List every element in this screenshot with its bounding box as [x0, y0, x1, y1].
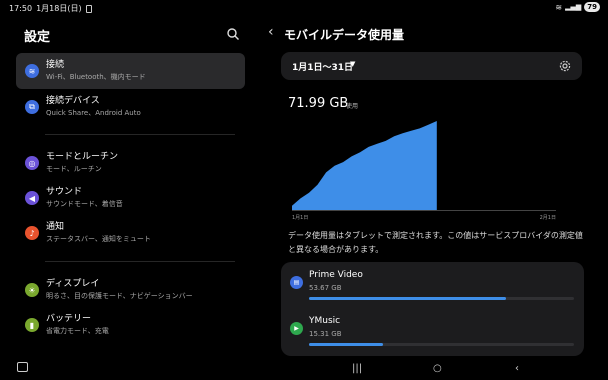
usage-unit: 使用: [346, 103, 359, 110]
menu-title: モードとルーチン: [46, 152, 119, 162]
app-usage-list: ▤ Prime Video 53.67 GB ▶ YMusic 15.31 GB: [281, 262, 584, 356]
connected-devices-icon: ⧉: [25, 100, 39, 114]
prime-video-icon: ▤: [290, 276, 303, 289]
usage-bar-fill: [309, 297, 507, 300]
menu-title: 通知: [46, 222, 65, 232]
sidebar-item-modes[interactable]: ◎ モードとルーチン モード、ルーチン: [16, 145, 245, 181]
ymusic-icon: ▶: [290, 322, 303, 335]
menu-title: 接続デバイス: [46, 96, 100, 106]
x-tick-label: 1月1日: [292, 215, 308, 221]
usage-area-series: [292, 121, 437, 210]
menu-title: ディスプレイ: [46, 279, 100, 289]
page-title: 設定: [24, 30, 51, 45]
modes-icon: ◎: [25, 156, 39, 170]
signal-icon: ▂▄▆: [565, 3, 582, 11]
usage-note: データ使用量はタブレットで測定されます。この値はサービスプロバイダの測定値と異な…: [288, 231, 583, 254]
divider: [45, 261, 235, 262]
status-bar: 17:50 1月18日(日) ≋ ▂▄▆ 79: [0, 0, 608, 16]
back-nav-icon[interactable]: ‹: [515, 363, 519, 374]
menu-subtitle: Quick Share、Android Auto: [46, 109, 141, 117]
sidebar-item-connected-devices[interactable]: ⧉ 接続デバイス Quick Share、Android Auto: [16, 89, 245, 125]
screenshot-icon[interactable]: [17, 362, 28, 372]
divider: [45, 134, 235, 135]
menu-subtitle: Wi-Fi、Bluetooth、機内モード: [46, 73, 146, 81]
date-range-selector[interactable]: 1月1日〜31日 ▼: [281, 52, 582, 80]
app-name: Prime Video: [309, 270, 363, 280]
sd-card-icon: [85, 4, 92, 13]
status-date: 1月18日(日): [36, 4, 82, 13]
sidebar-item-sound[interactable]: ◀ サウンド サウンドモード、着信音: [16, 180, 245, 216]
list-item-prime-video[interactable]: ▤ Prime Video 53.67 GB: [281, 262, 584, 308]
menu-title: 接続: [46, 60, 65, 70]
usage-chart: 1月1日 2月1日: [292, 121, 556, 221]
date-range-label: 1月1日〜31日: [292, 63, 354, 73]
display-icon: ☀: [25, 283, 39, 297]
back-icon[interactable]: ‹: [268, 24, 274, 40]
search-icon[interactable]: [226, 27, 240, 41]
menu-subtitle: ステータスバー、通知をミュート: [46, 235, 151, 243]
sidebar-item-battery[interactable]: ▮ バッテリー 省電力モード、充電: [16, 307, 245, 343]
caret-down-icon: ▼: [350, 60, 356, 68]
sound-icon: ◀: [25, 191, 39, 205]
menu-subtitle: 省電力モード、充電: [46, 327, 109, 335]
menu-subtitle: 明るさ、目の保護モード、ナビゲーションバー: [46, 292, 193, 300]
usage-bar-fill: [309, 343, 384, 346]
data-usage-panel: ‹ モバイルデータ使用量 1月1日〜31日 ▼ 71.99 GB 使用 1月1日…: [262, 16, 608, 380]
list-item-ymusic[interactable]: ▶ YMusic 15.31 GB: [281, 308, 584, 354]
menu-subtitle: サウンドモード、着信音: [46, 200, 123, 208]
x-tick-label: 2月1日: [540, 215, 556, 221]
wifi-icon: ≋: [25, 64, 39, 78]
wifi-signal-icon: ≋: [555, 2, 563, 12]
sidebar-item-notifications[interactable]: ♪ 通知 ステータスバー、通知をミュート: [16, 215, 245, 251]
settings-panel: 設定 ≋ 接続 Wi-Fi、Bluetooth、機内モード ⧉ 接続デバイス Q…: [0, 16, 262, 380]
menu-subtitle: モード、ルーチン: [46, 165, 102, 173]
menu-title: バッテリー: [46, 314, 92, 324]
sidebar-item-display[interactable]: ☀ ディスプレイ 明るさ、目の保護モード、ナビゲーションバー: [16, 272, 245, 308]
clock: 17:50: [9, 4, 33, 13]
page-title: モバイルデータ使用量: [284, 28, 405, 42]
usage-total: 71.99 GB: [288, 96, 349, 111]
navigation-bar: ||| ○ ‹: [262, 360, 608, 380]
battery-badge: 79: [584, 2, 600, 12]
sidebar-item-connections[interactable]: ≋ 接続 Wi-Fi、Bluetooth、機内モード: [16, 53, 245, 89]
usage-bar: [309, 343, 574, 346]
menu-title: サウンド: [46, 187, 83, 197]
bell-icon: ♪: [25, 226, 39, 240]
app-name: YMusic: [309, 316, 341, 326]
gear-icon[interactable]: [558, 59, 572, 73]
app-size: 53.67 GB: [309, 284, 342, 292]
home-icon[interactable]: ○: [433, 363, 442, 374]
recents-icon[interactable]: |||: [352, 363, 362, 374]
battery-icon: ▮: [25, 318, 39, 332]
usage-bar: [309, 297, 574, 300]
app-size: 15.31 GB: [309, 330, 342, 338]
